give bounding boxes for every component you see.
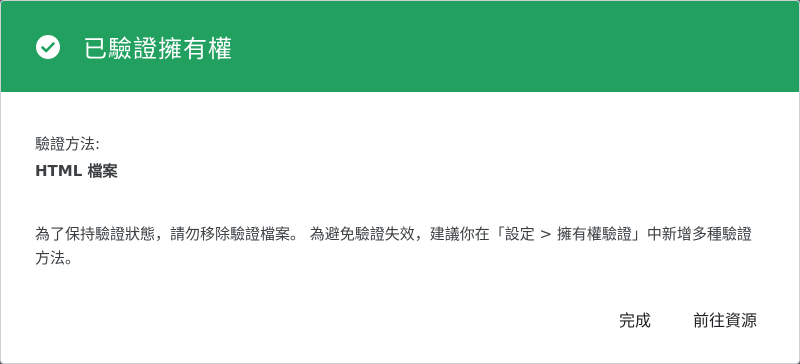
go-to-property-button[interactable]: 前往資源 (693, 307, 757, 331)
dialog-actions: 完成 前往資源 (619, 307, 757, 331)
done-button[interactable]: 完成 (619, 307, 651, 331)
verification-method-label: 驗證方法: (35, 135, 101, 153)
dialog-body: 驗證方法: HTML 檔案 為了保持驗證狀態，請勿移除驗證檔案。 為避免驗證失效… (1, 133, 799, 270)
check-circle-icon (35, 34, 61, 60)
verification-method-value: HTML 檔案 (35, 162, 118, 180)
verification-dialog: 已驗證擁有權 驗證方法: HTML 檔案 為了保持驗證狀態，請勿移除驗證檔案。 … (0, 0, 800, 364)
dialog-header: 已驗證擁有權 (1, 1, 799, 92)
dialog-title: 已驗證擁有權 (83, 35, 233, 63)
verification-message: 為了保持驗證狀態，請勿移除驗證檔案。 為避免驗證失效，建議你在「設定 > 擁有權… (35, 225, 752, 267)
